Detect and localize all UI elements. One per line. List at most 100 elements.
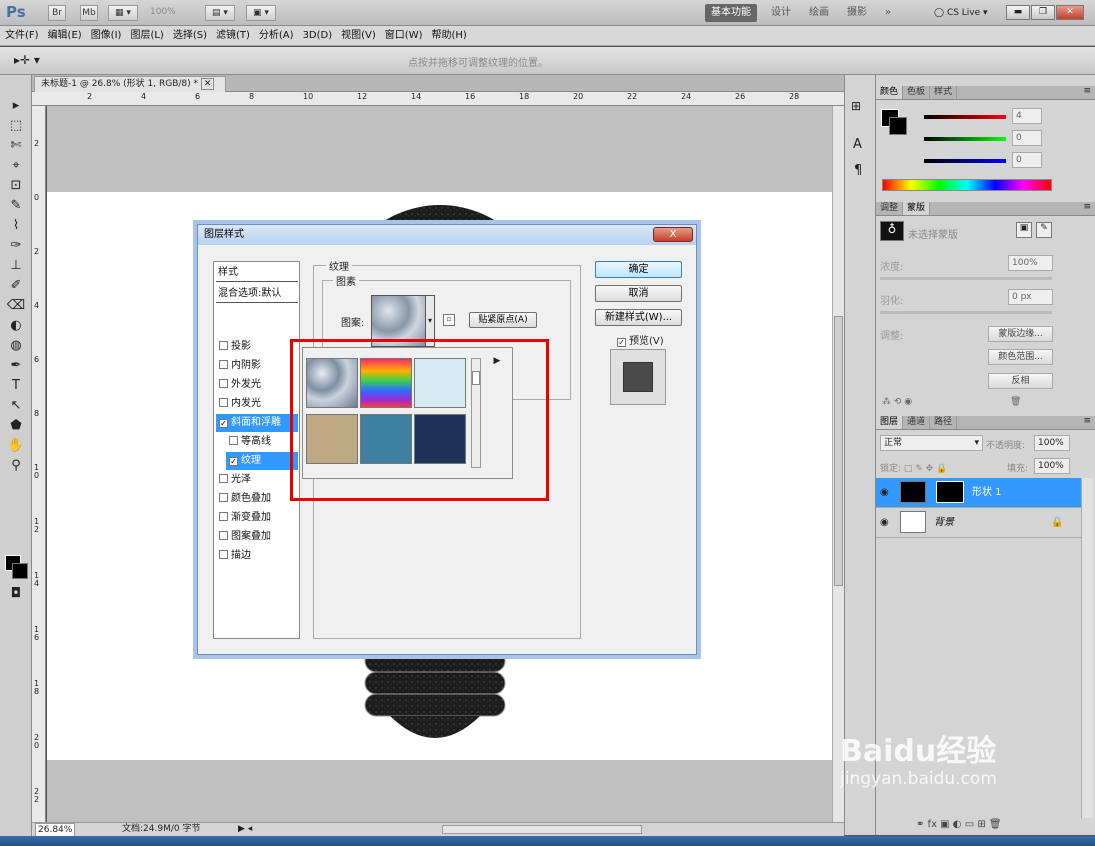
- panel-tab-通道[interactable]: 通道: [903, 416, 931, 429]
- tool-icon-6[interactable]: ⌇: [6, 217, 26, 235]
- add-pixel-mask-icon[interactable]: ▣: [1016, 222, 1032, 238]
- density-field[interactable]: 100%: [1008, 255, 1053, 271]
- quick-mask-icon[interactable]: ◘: [6, 585, 26, 603]
- color-spectrum-bar[interactable]: [882, 179, 1052, 191]
- layer-row[interactable]: ◉ 形状 1: [876, 478, 1081, 508]
- visibility-eye-icon[interactable]: ◉: [880, 508, 889, 538]
- tool-icon-17[interactable]: ✋: [6, 437, 26, 455]
- fill-field[interactable]: 100%: [1034, 458, 1070, 474]
- tool-icon-5[interactable]: ✎: [6, 197, 26, 215]
- new-preset-icon[interactable]: ▫: [443, 314, 455, 326]
- style-checkbox-icon[interactable]: ✓: [229, 457, 238, 466]
- tool-icon-10[interactable]: ⌫: [6, 297, 26, 315]
- tool-icon-13[interactable]: ✒: [6, 357, 26, 375]
- style-checkbox-icon[interactable]: [219, 398, 228, 407]
- workspace-tab-2[interactable]: 绘画: [803, 4, 835, 22]
- dialog-close-button[interactable]: X: [653, 227, 693, 242]
- tool-icon-0[interactable]: ▸: [6, 97, 26, 115]
- style-checkbox-icon[interactable]: [219, 360, 228, 369]
- blend-mode-select[interactable]: 正常 ▾: [880, 435, 983, 451]
- cs-live-menu[interactable]: ◯ CS Live ▾: [934, 6, 988, 20]
- history-panel-icon[interactable]: ⊞: [851, 99, 861, 113]
- tool-icon-14[interactable]: T: [6, 377, 26, 395]
- menu-item-3[interactable]: 图层(L): [125, 26, 167, 46]
- style-checkbox-icon[interactable]: [219, 550, 228, 559]
- red-slider[interactable]: [924, 115, 1006, 119]
- menu-item-5[interactable]: 滤镜(T): [211, 26, 254, 46]
- menu-item-6[interactable]: 分析(A): [254, 26, 298, 46]
- blue-value-field[interactable]: 0: [1012, 152, 1042, 168]
- view-extras-button[interactable]: ▦ ▾: [108, 5, 138, 21]
- style-checkbox-icon[interactable]: [219, 379, 228, 388]
- panel-menu-icon[interactable]: ≡: [1083, 416, 1091, 426]
- masks-panel-footer-icons[interactable]: ⁂ ⟲ ◉ 🗑: [876, 397, 1095, 411]
- move-tool-preset-icon[interactable]: ▸✛ ▾: [14, 53, 40, 67]
- launch-minibridge-button[interactable]: Mb: [80, 5, 98, 21]
- style-item-4[interactable]: ✓ 斜面和浮雕: [216, 414, 298, 432]
- workspace-tab-3[interactable]: 摄影: [841, 4, 873, 22]
- panel-tab-样式[interactable]: 样式: [930, 86, 958, 99]
- menu-item-8[interactable]: 视图(V): [336, 26, 380, 46]
- workspace-tab-0[interactable]: 基本功能: [705, 4, 757, 22]
- tool-icon-3[interactable]: ⌖: [6, 157, 26, 175]
- style-checkbox-icon[interactable]: [219, 474, 228, 483]
- layer-row[interactable]: ◉ 背景 🔒: [876, 508, 1081, 538]
- style-item-11[interactable]: 描边: [216, 547, 298, 565]
- panel-menu-icon[interactable]: ≡: [1083, 202, 1091, 212]
- panel-tab-颜色[interactable]: 颜色: [876, 86, 904, 99]
- style-item-7[interactable]: 光泽: [216, 471, 298, 489]
- character-panel-icon[interactable]: A: [853, 137, 862, 152]
- menu-item-10[interactable]: 帮助(H): [427, 26, 471, 46]
- panel-menu-icon[interactable]: ≡: [1083, 86, 1091, 96]
- cancel-button[interactable]: 取消: [595, 285, 682, 302]
- red-value-field[interactable]: 4: [1012, 108, 1042, 124]
- horizontal-ruler[interactable]: 2 4 6 8 10 12 14 16 18 20 22 24 26 28: [32, 92, 844, 106]
- tool-icon-18[interactable]: ⚲: [6, 457, 26, 475]
- style-item-9[interactable]: 渐变叠加: [216, 509, 298, 527]
- screen-mode-button[interactable]: ▣ ▾: [246, 5, 276, 21]
- style-item-0[interactable]: 投影: [216, 338, 298, 356]
- arrange-documents-button[interactable]: ▤ ▾: [205, 5, 235, 21]
- tool-icon-15[interactable]: ↖: [6, 397, 26, 415]
- green-slider[interactable]: [924, 137, 1006, 141]
- menu-item-1[interactable]: 编辑(E): [43, 26, 86, 46]
- launch-bridge-button[interactable]: Br: [48, 5, 66, 21]
- panel-tab-图层[interactable]: 图层: [876, 416, 904, 429]
- add-vector-mask-icon[interactable]: ✎: [1036, 222, 1052, 238]
- visibility-eye-icon[interactable]: ◉: [880, 478, 889, 508]
- layers-footer-icons[interactable]: ⚭ fx ▣ ◐ ▭ ⊞ 🗑: [916, 819, 1086, 833]
- new-style-button[interactable]: 新建样式(W)...: [595, 309, 682, 326]
- vertical-ruler[interactable]: 2 0 2 4 6 8 1 0 1 2 1 4 1 6 1 8 2 0 2 2: [32, 106, 46, 822]
- style-item-6[interactable]: ✓ 纹理: [226, 452, 298, 470]
- tool-icon-1[interactable]: ⬚: [6, 117, 26, 135]
- tool-icon-8[interactable]: ⊥: [6, 257, 26, 275]
- tool-icon-12[interactable]: ◍: [6, 337, 26, 355]
- color-range-button[interactable]: 颜色范围...: [988, 349, 1053, 365]
- pixel-mask-icon[interactable]: ♁: [880, 221, 904, 241]
- green-value-field[interactable]: 0: [1012, 130, 1042, 146]
- style-item-2[interactable]: 外发光: [216, 376, 298, 394]
- status-menu-arrow-icon[interactable]: ▶ ◂: [238, 823, 252, 836]
- tool-icon-16[interactable]: ⬟: [6, 417, 26, 435]
- panel-tab-色板[interactable]: 色板: [903, 86, 931, 99]
- tool-icon-2[interactable]: ✄: [6, 137, 26, 155]
- tool-icon-4[interactable]: ⊡: [6, 177, 26, 195]
- tool-icon-11[interactable]: ◐: [6, 317, 26, 335]
- style-checkbox-icon[interactable]: [219, 493, 228, 502]
- style-item-1[interactable]: 内阴影: [216, 357, 298, 375]
- menu-item-4[interactable]: 选择(S): [168, 26, 211, 46]
- minimize-button[interactable]: ▬: [1006, 5, 1030, 20]
- opacity-field[interactable]: 100%: [1034, 435, 1070, 451]
- ok-button[interactable]: 确定: [595, 261, 682, 278]
- style-item-5[interactable]: 等高线: [226, 433, 298, 451]
- menu-item-7[interactable]: 3D(D): [298, 26, 337, 46]
- panel-tab-调整[interactable]: 调整: [876, 202, 904, 215]
- tool-icon-9[interactable]: ✐: [6, 277, 26, 295]
- invert-button[interactable]: 反相: [988, 373, 1053, 389]
- blue-slider[interactable]: [924, 159, 1006, 163]
- horizontal-scrollbar[interactable]: [442, 825, 642, 834]
- vertical-scrollbar[interactable]: [832, 106, 844, 822]
- preview-checkbox[interactable]: ✓ 预览(V): [614, 332, 664, 347]
- menu-item-9[interactable]: 窗口(W): [380, 26, 427, 46]
- layer-name[interactable]: 形状 1: [972, 478, 1002, 508]
